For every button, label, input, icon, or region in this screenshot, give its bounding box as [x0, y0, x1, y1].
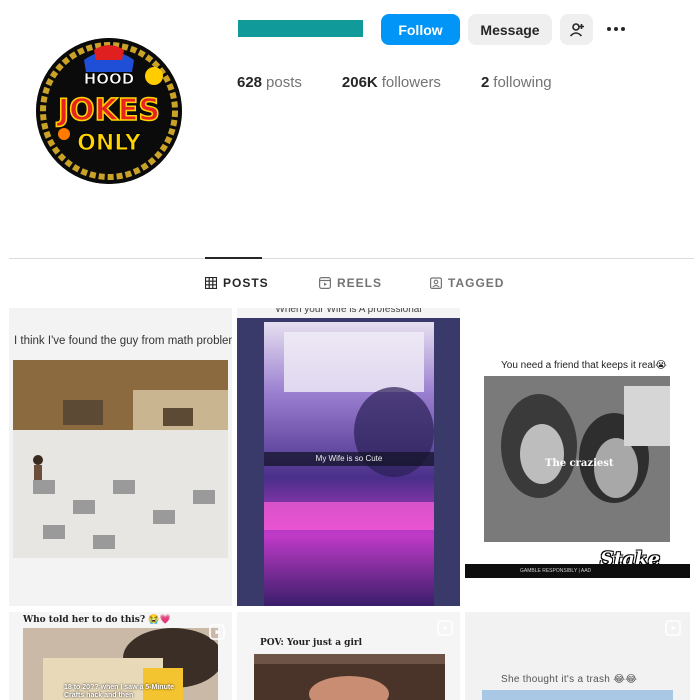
tab-tagged-label: TAGGED — [448, 276, 505, 290]
tab-reels-label: REELS — [337, 276, 383, 290]
tabs-divider — [9, 258, 694, 259]
followers-count[interactable]: 206K followers — [342, 74, 441, 91]
post-caption: POV: Your just a girl — [260, 638, 363, 648]
suggest-accounts-button[interactable] — [560, 14, 593, 45]
tab-posts-label: POSTS — [223, 276, 269, 290]
avatar-word-1: HOOD — [84, 70, 135, 88]
post-caption: Who told her to do this? 😭💗 — [23, 615, 171, 625]
active-tab-indicator — [205, 257, 262, 259]
reel-icon — [437, 620, 453, 636]
post-overlay-text: The craziest — [545, 458, 614, 469]
avatar-word-3: ONLY — [77, 131, 142, 156]
post-caption: I think I've found the guy from math pro… — [14, 335, 232, 347]
reel-icon — [209, 624, 225, 640]
message-button[interactable]: Message — [468, 14, 552, 45]
following-count[interactable]: 2 following — [481, 74, 552, 91]
tagged-icon — [430, 277, 442, 289]
more-options-icon[interactable] — [602, 20, 630, 38]
post-caption: When your Wife is A professional — [237, 308, 460, 318]
post-overlay-text: My Wife is so Cute — [264, 452, 434, 466]
post-image — [254, 654, 445, 700]
post-overlay-text: 18 to 20?? when I saw a 5-Minute Crafts … — [64, 684, 175, 699]
post-thumbnail[interactable]: Who told her to do this? 😭💗 18 to 20?? w… — [9, 612, 232, 700]
reel-icon — [665, 620, 681, 636]
tab-tagged[interactable]: TAGGED — [430, 276, 504, 290]
post-thumbnail[interactable]: When your Wife is A professional My Wife… — [237, 308, 460, 606]
follow-button[interactable]: Follow — [381, 14, 460, 45]
tab-reels[interactable]: REELS — [319, 276, 382, 290]
profile-avatar[interactable]: HOOD JOKES ONLY — [36, 38, 182, 184]
username-redacted — [238, 20, 363, 37]
post-thumbnail[interactable]: I think I've found the guy from math pro… — [9, 308, 232, 606]
post-caption: You need a friend that keeps it real😭 — [501, 360, 667, 371]
reels-icon — [319, 277, 331, 289]
post-image — [482, 690, 673, 700]
tab-posts[interactable]: POSTS — [205, 276, 269, 290]
add-user-icon — [569, 22, 584, 37]
grid-icon — [205, 277, 217, 289]
post-thumbnail[interactable]: You need a friend that keeps it real😭 Th… — [465, 308, 690, 606]
post-image — [13, 360, 228, 558]
avatar-word-2: JOKES — [56, 93, 160, 128]
post-thumbnail[interactable]: She thought it's a trash 😂😂 — [465, 612, 690, 700]
profile-stats: 628 posts 206K followers 2 following — [237, 74, 592, 91]
post-footer-text: GAMBLE RESPONSIBLY | AAD — [465, 564, 690, 578]
post-thumbnail[interactable]: POV: Your just a girl — [237, 612, 460, 700]
posts-count[interactable]: 628 posts — [237, 74, 302, 91]
post-caption: She thought it's a trash 😂😂 — [501, 674, 638, 685]
